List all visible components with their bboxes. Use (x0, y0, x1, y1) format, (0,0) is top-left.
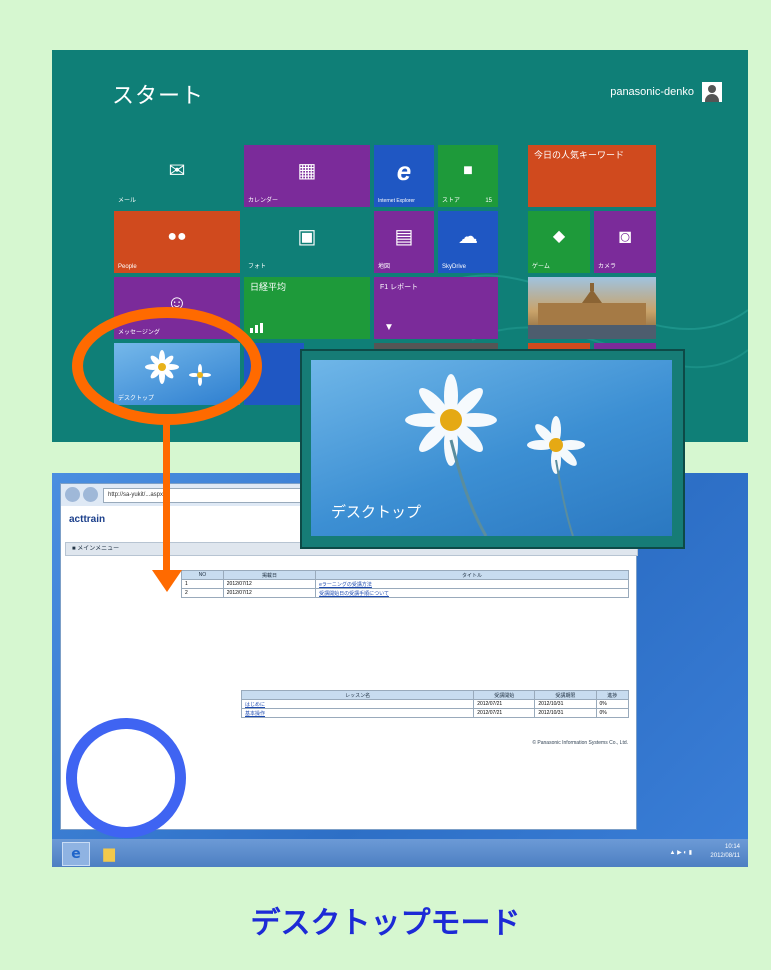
forward-button[interactable] (83, 487, 98, 502)
lesson-table: レッスン名 受講開始 受講期限 進捗 はじめに 2012/07/21 2012/… (240, 690, 629, 718)
site-logo: acttrain (69, 514, 106, 525)
cell: 2012/10/31 (534, 708, 597, 718)
sports-headline: F1 レポート (380, 284, 419, 291)
tile-mail[interactable]: ✉ メール (114, 145, 240, 207)
tile-maps[interactable]: ▤ 地図 (374, 211, 434, 273)
tile-label: SkyDrive (442, 264, 467, 270)
calendar-icon: ▦ (297, 160, 317, 183)
mail-icon: ✉ (168, 160, 186, 183)
arrow-stem-orange (163, 423, 170, 573)
tile-label: ストア (442, 198, 461, 204)
tile-travel-photo[interactable] (528, 277, 656, 339)
zoomed-tile-label: デスクトップ (331, 503, 422, 521)
trophy-icon: ▼ (384, 322, 394, 333)
column-header: NO (181, 570, 224, 580)
cell: 2 (181, 588, 224, 598)
zoomed-tile-image[interactable]: デスクトップ (311, 360, 672, 536)
lesson-link[interactable]: はじめに (240, 699, 475, 709)
tile-finance[interactable]: 日経平均 (244, 277, 370, 339)
cell: 2012/07/12 (222, 588, 317, 598)
finance-chart-icon (250, 323, 263, 333)
tile-internet-explorer[interactable]: e Internet Explorer (374, 145, 434, 207)
tile-label: Internet Explorer (378, 198, 415, 204)
column-header: レッスン名 (240, 690, 475, 700)
cell: 0% (595, 699, 629, 709)
system-tray-icons[interactable]: ▲ ▶ ◐ ▮ (670, 849, 692, 856)
tile-people[interactable]: ●● People (114, 211, 240, 273)
notice-link[interactable]: 受講開始日の受講手順について (315, 588, 629, 598)
zoomed-desktop-tile: デスクトップ (300, 349, 685, 549)
notice-link[interactable]: eラーニングの受講方法 (315, 579, 629, 589)
cell: 1 (181, 579, 224, 589)
caption-title: デスクトップモード (250, 906, 521, 941)
table-row: 1 2012/07/12 eラーニングの受講方法 (181, 579, 629, 589)
notice-table: NO 掲載日 タイトル 1 2012/07/12 eラーニングの受講方法 2 2… (181, 570, 629, 598)
tile-photos[interactable]: ▣ フォト (244, 211, 370, 273)
tile-camera[interactable]: ◙ カメラ (594, 211, 656, 273)
column-header: タイトル (315, 570, 629, 580)
tile-label: カメラ (598, 264, 617, 270)
table-row: はじめに 2012/07/21 2012/10/31 0% (240, 699, 629, 709)
column-header: 進捗 (595, 690, 629, 700)
user-avatar-icon[interactable] (702, 82, 722, 102)
tile-label: 地図 (378, 264, 391, 270)
camera-icon: ◙ (618, 226, 632, 249)
back-button[interactable] (65, 487, 80, 502)
tile-news[interactable]: 今日の人気キーワード (528, 145, 656, 207)
tile-games[interactable]: ◆ ゲーム (528, 211, 590, 273)
building-photo (528, 283, 656, 339)
start-title: スタート (112, 84, 205, 109)
column-header: 受講期限 (534, 690, 597, 700)
tile-label: ゲーム (532, 264, 550, 270)
column-header: 掲載日 (222, 570, 317, 580)
cell: 2012/07/21 (473, 708, 536, 718)
table-row: 基本操作 2012/07/21 2012/10/31 0% (240, 708, 629, 718)
main-menu-label[interactable]: メインメニュー (77, 546, 119, 552)
tile-calendar[interactable]: ▦ カレンダー (244, 145, 370, 207)
user-name[interactable]: panasonic-denko (610, 86, 694, 98)
tile-sports[interactable]: F1 レポート ▼ (374, 277, 498, 339)
gamepad-icon: ◆ (552, 228, 566, 246)
highlight-circle-orange (72, 307, 262, 425)
taskbar-clock[interactable]: 10:14 2012/08/11 (710, 843, 740, 861)
table-row: 2 2012/07/12 受講開始日の受講手順について (181, 588, 629, 598)
cell: 2012/07/21 (473, 699, 536, 709)
tile-skydrive[interactable]: ☁ SkyDrive (438, 211, 498, 273)
tile-label: カレンダー (248, 198, 279, 204)
address-bar[interactable]: http://sa-yukit/...aspx (103, 488, 329, 503)
news-headline: 今日の人気キーワード (534, 150, 625, 160)
arrow-down-icon (152, 570, 182, 592)
cell: 2012/10/31 (534, 699, 597, 709)
maps-icon: ▤ (394, 226, 414, 249)
taskbar: e ▆ ▲ ▶ ◐ ▮ 10:14 2012/08/11 (52, 839, 748, 867)
tile-store[interactable]: ■ ストア 15 (438, 145, 498, 207)
lesson-link[interactable]: 基本操作 (240, 708, 475, 718)
clock-date: 2012/08/11 (710, 853, 740, 859)
clock-time: 10:14 (724, 844, 740, 850)
finance-headline: 日経平均 (250, 282, 287, 292)
store-badge: 15 (485, 198, 492, 204)
tile-label: メール (118, 198, 137, 204)
internet-explorer-icon: e (396, 156, 412, 187)
taskbar-folder-icon[interactable]: ▆ (96, 842, 122, 864)
store-icon: ■ (463, 162, 473, 180)
copyright-text: © Panasonic Information Systems Co., Ltd… (532, 740, 628, 746)
tile-label: People (118, 264, 137, 270)
cell: 2012/07/12 (222, 579, 317, 589)
skydrive-cloud-icon: ☁ (458, 226, 478, 249)
cell: 0% (595, 708, 629, 718)
taskbar-internet-explorer-icon[interactable]: e (62, 842, 90, 866)
tile-label: フォト (248, 264, 267, 270)
photos-icon: ▣ (297, 226, 317, 249)
column-header: 受講開始 (473, 690, 536, 700)
people-icon: ●● (167, 228, 187, 246)
highlight-circle-blue (66, 718, 186, 838)
